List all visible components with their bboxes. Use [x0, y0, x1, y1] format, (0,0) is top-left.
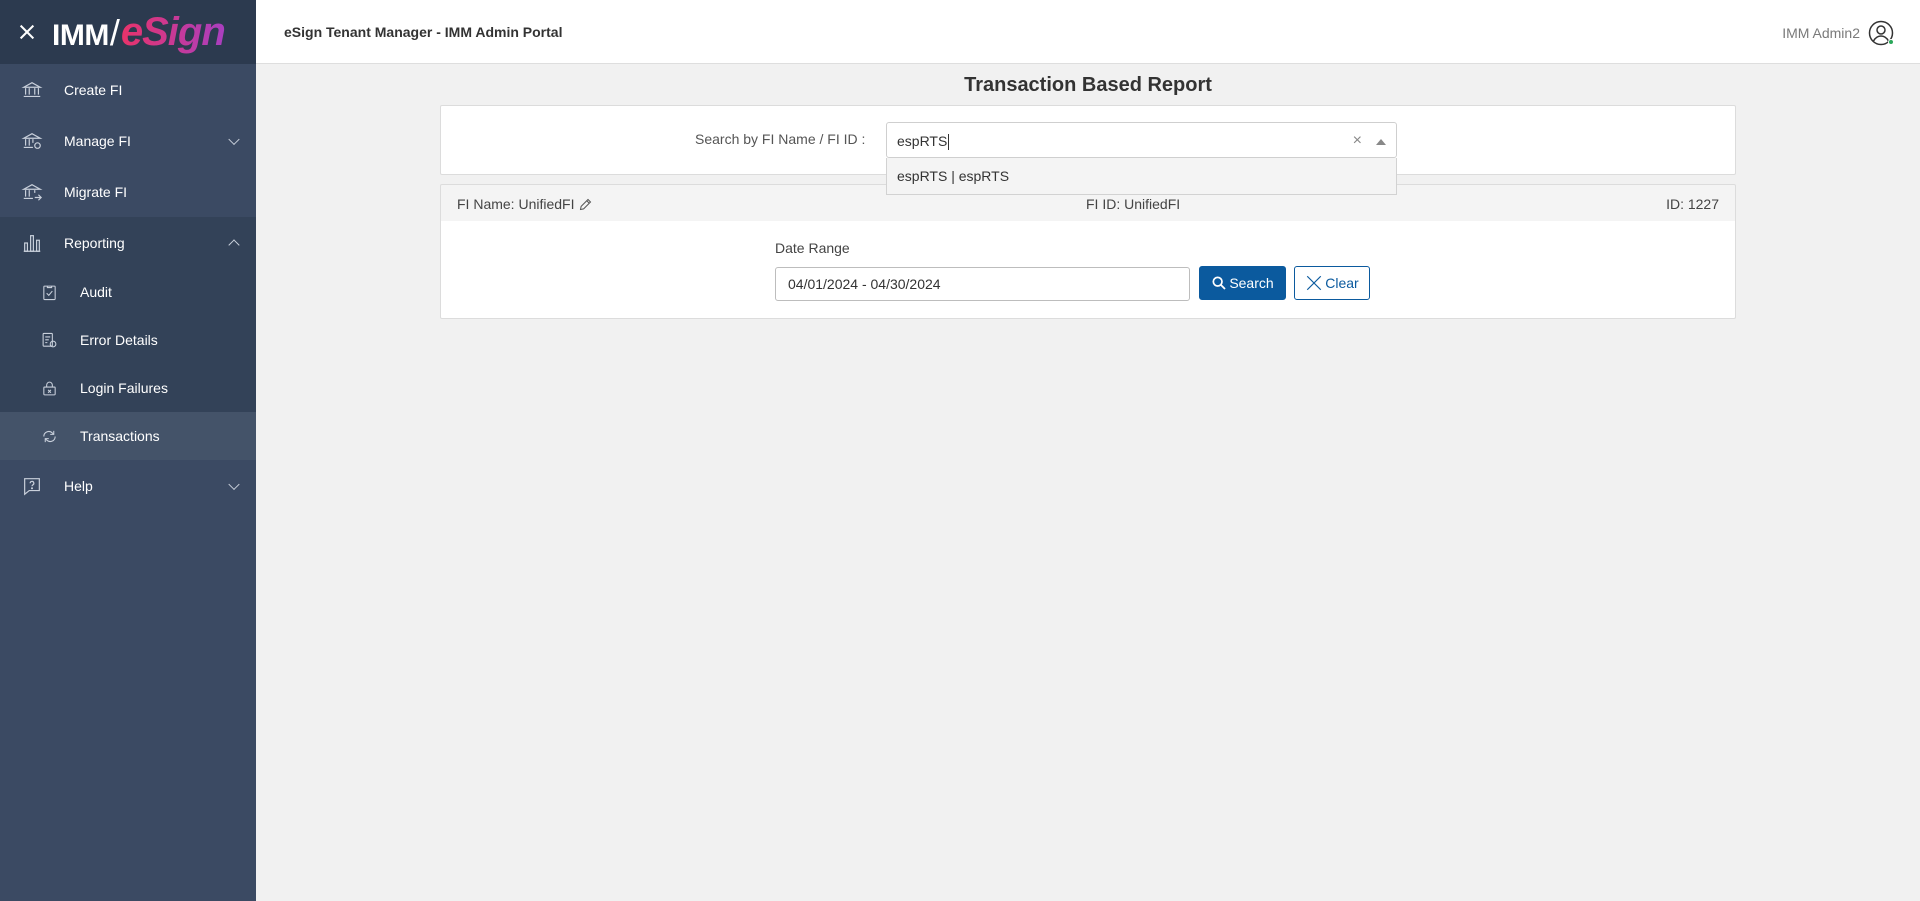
- user-menu[interactable]: IMM Admin2: [1782, 20, 1894, 46]
- close-icon: [1305, 274, 1323, 292]
- brand-bar: IMM / eSign: [0, 0, 256, 64]
- sidebar-item-manage-fi[interactable]: Manage FI: [0, 115, 256, 166]
- reporting-group: Reporting Audit Error Details Login Fail…: [0, 217, 256, 460]
- sidebar-subitem-transactions[interactable]: Transactions: [0, 412, 256, 460]
- sidebar-subitem-label: Audit: [80, 284, 112, 300]
- bank-icon: [20, 78, 44, 102]
- chevron-up-icon: [228, 238, 240, 251]
- bank-gear-icon: [20, 129, 44, 153]
- date-range-label: Date Range: [775, 240, 850, 256]
- sidebar-subitem-label: Login Failures: [80, 380, 168, 396]
- search-label: Search by FI Name / FI ID :: [695, 131, 866, 147]
- clear-selection-icon[interactable]: ×: [1353, 132, 1362, 150]
- sidebar-item-help[interactable]: Help: [0, 460, 256, 511]
- clipboard-check-icon: [40, 283, 58, 301]
- sidebar-item-migrate-fi[interactable]: Migrate FI: [0, 166, 256, 217]
- document-gear-icon: [40, 331, 58, 349]
- sidebar-item-label: Reporting: [64, 234, 125, 251]
- fi-search-dropdown: espRTS | espRTS: [886, 158, 1397, 195]
- fi-id: FI ID: UnifiedFI: [1086, 196, 1181, 212]
- sidebar-subitem-audit[interactable]: Audit: [0, 268, 256, 316]
- close-icon[interactable]: [18, 23, 36, 41]
- dropdown-option[interactable]: espRTS | espRTS: [887, 158, 1396, 194]
- sidebar-item-label: Help: [64, 477, 93, 494]
- dropdown-arrow-icon[interactable]: [1376, 139, 1386, 145]
- fi-search-combobox[interactable]: espRTS ×: [886, 122, 1397, 158]
- sidebar-subitem-label: Error Details: [80, 332, 158, 348]
- sidebar: IMM / eSign Create FI Manage FI Migrate …: [0, 0, 256, 901]
- sidebar-item-label: Migrate FI: [64, 183, 128, 200]
- sidebar-item-label: Manage FI: [64, 132, 131, 149]
- logo: IMM / eSign: [52, 9, 226, 54]
- chevron-down-icon: [228, 478, 240, 490]
- sidebar-item-label: Create FI: [64, 81, 123, 98]
- sidebar-item-reporting[interactable]: Reporting: [0, 217, 256, 268]
- text-cursor: [948, 134, 950, 151]
- sidebar-subitem-error-details[interactable]: Error Details: [0, 316, 256, 364]
- app-title: eSign Tenant Manager - IMM Admin Portal: [284, 23, 563, 40]
- search-button[interactable]: Search: [1199, 266, 1286, 300]
- page-title: Transaction Based Report: [964, 74, 1212, 96]
- chevron-down-icon: [228, 133, 240, 145]
- clear-button[interactable]: Clear: [1294, 266, 1370, 300]
- fi-search-input[interactable]: espRTS: [897, 133, 950, 151]
- sync-icon: [40, 427, 58, 445]
- sidebar-subitem-label: Transactions: [80, 428, 160, 444]
- bar-chart-icon: [20, 231, 44, 255]
- search-icon: [1211, 275, 1227, 291]
- date-range-input[interactable]: 04/01/2024 - 04/30/2024: [775, 267, 1190, 301]
- sidebar-item-create-fi[interactable]: Create FI: [0, 64, 256, 115]
- record-id: ID: 1227: [1666, 196, 1719, 212]
- user-name: IMM Admin2: [1782, 25, 1860, 41]
- question-icon: [20, 474, 44, 498]
- sidebar-subitem-login-failures[interactable]: Login Failures: [0, 364, 256, 412]
- fi-name: FI Name: UnifiedFI: [457, 196, 593, 212]
- user-avatar-icon[interactable]: [1868, 20, 1894, 46]
- online-status-dot: [1888, 39, 1894, 45]
- top-header: eSign Tenant Manager - IMM Admin Portal …: [256, 0, 1920, 64]
- edit-pencil-icon[interactable]: [578, 197, 593, 212]
- lock-icon: [40, 379, 58, 397]
- bank-arrow-icon: [20, 180, 44, 204]
- date-range-panel: Date Range 04/01/2024 - 04/30/2024 Searc…: [440, 221, 1736, 319]
